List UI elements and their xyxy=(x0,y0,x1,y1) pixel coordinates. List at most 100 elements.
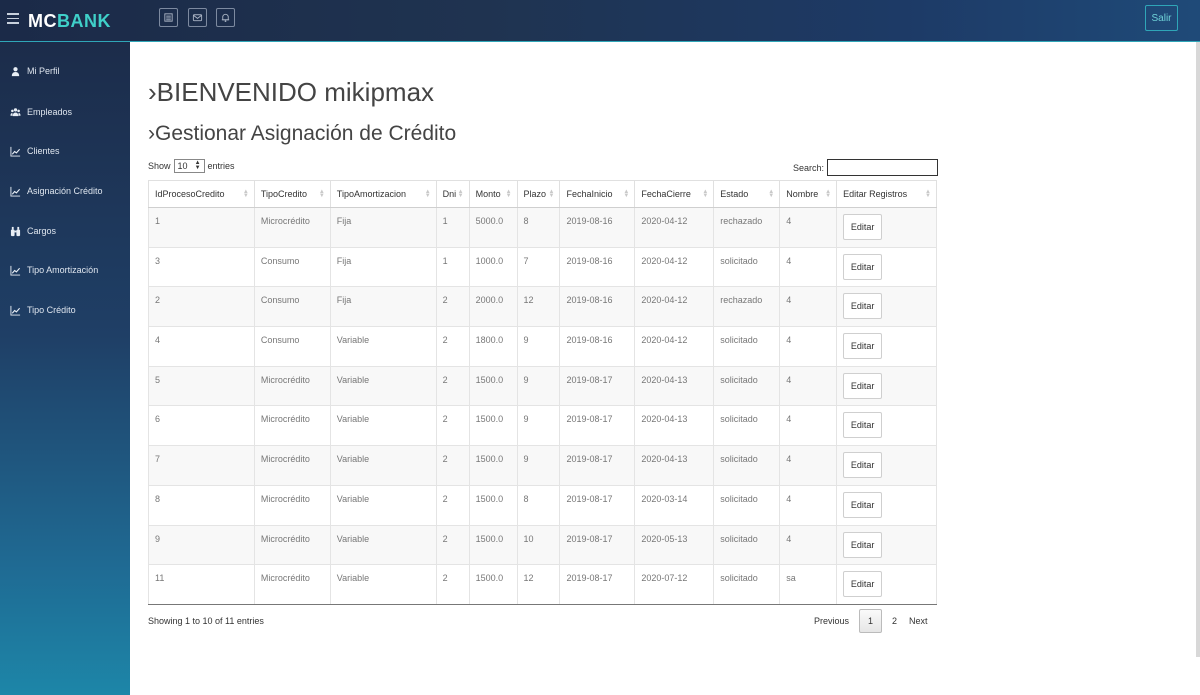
vertical-scrollbar[interactable] xyxy=(1196,42,1200,657)
table-cell: 2020-04-12 xyxy=(634,247,715,288)
table-cell: sa xyxy=(779,564,838,605)
table-cell: 4 xyxy=(779,405,838,447)
table-cell: 2 xyxy=(436,525,470,566)
table-cell: 2 xyxy=(436,326,470,367)
sort-icon: ▲ ▼ xyxy=(702,189,709,199)
table-row: 3 Consumo Fija 1 1000.0 7 2019-08-16 2020-04-12… xyxy=(148,247,937,288)
edit-button[interactable]: Editar xyxy=(843,333,883,360)
table-cell: Fija xyxy=(330,207,437,248)
column-header-label: Plazo xyxy=(523,189,547,199)
table-cell: 9 xyxy=(517,366,561,407)
edit-button[interactable]: Editar xyxy=(843,293,883,320)
table-cell: 7 xyxy=(148,445,255,486)
search-control: Search: xyxy=(793,159,939,176)
chart-icon xyxy=(10,265,21,276)
table-cell-actions: Editar xyxy=(836,286,937,328)
table-cell: Microcrédito xyxy=(254,445,331,486)
column-header[interactable]: Dni ▲ ▼ xyxy=(436,180,470,208)
entries-length-control: Show 10 ▲ ▼ entries xyxy=(148,159,235,173)
sidebar-item-label: Asignación Crédito xyxy=(27,186,103,196)
column-header[interactable]: IdProcesoCredito ▲ ▼ xyxy=(148,180,255,208)
sort-icon: ▲ ▼ xyxy=(242,189,249,199)
column-header[interactable]: Plazo ▲ ▼ xyxy=(517,180,561,208)
table-cell: 3 xyxy=(148,247,255,288)
sort-icon: ▲ ▼ xyxy=(505,189,512,199)
table-cell: 2 xyxy=(436,564,470,605)
column-header[interactable]: Estado ▲ ▼ xyxy=(713,180,781,208)
table-cell: 8 xyxy=(517,485,561,526)
sidebar: Mi Perfil Empleados Clientes Asignación … xyxy=(0,42,130,695)
user-icon xyxy=(10,66,21,77)
table-cell: 9 xyxy=(148,525,255,566)
column-header[interactable]: Editar Registros ▲ ▼ xyxy=(836,180,937,208)
column-header[interactable]: TipoAmortizacion ▲ ▼ xyxy=(330,180,437,208)
table-cell: Microcrédito xyxy=(254,405,331,447)
sort-icon: ▲ ▼ xyxy=(825,189,832,199)
table-cell: Consumo xyxy=(254,286,331,328)
pagination-page-2[interactable]: 2 xyxy=(886,609,903,633)
table-cell: 1800.0 xyxy=(469,326,518,367)
edit-button[interactable]: Editar xyxy=(843,452,883,479)
edit-button[interactable]: Editar xyxy=(843,253,883,280)
table-cell: solicitado xyxy=(713,564,781,605)
sidebar-item-tipo-amortizacion[interactable]: Tipo Amortización xyxy=(0,259,130,281)
table-cell-actions: Editar xyxy=(836,525,937,566)
entries-select[interactable]: 10 ▲ ▼ xyxy=(173,159,205,173)
table-cell: 2 xyxy=(148,286,255,328)
table-cell: 4 xyxy=(779,485,838,526)
brand-logo[interactable]: MCBANK xyxy=(28,11,111,32)
table-cell: 9 xyxy=(517,445,561,486)
column-header-label: FechaInicio xyxy=(566,189,613,199)
sidebar-item-clientes[interactable]: Clientes xyxy=(0,140,130,162)
table-cell: 2020-04-13 xyxy=(634,366,715,407)
bell-icon[interactable] xyxy=(216,8,235,27)
column-header[interactable]: FechaCierre ▲ ▼ xyxy=(634,180,715,208)
column-header-label: TipoAmortizacion xyxy=(336,189,406,199)
sidebar-item-mi-perfil[interactable]: Mi Perfil xyxy=(0,60,130,82)
mail-icon[interactable] xyxy=(188,8,207,27)
table-cell: 2020-04-12 xyxy=(634,207,715,248)
table-cell: rechazado xyxy=(713,207,781,248)
table-row: 1 Microcrédito Fija 1 5000.0 8 2019-08-16 2020-… xyxy=(148,207,937,248)
table-cell: 5 xyxy=(148,366,255,407)
table-header-row: IdProcesoCredito ▲ ▼ TipoCredito ▲ ▼ TipoAmo… xyxy=(148,180,937,208)
sidebar-item-cargos[interactable]: Cargos xyxy=(0,220,130,242)
edit-button[interactable]: Editar xyxy=(843,571,883,598)
pagination-previous[interactable]: Previous xyxy=(808,609,855,633)
column-header-label: Estado xyxy=(720,189,749,199)
table-cell-actions: Editar xyxy=(836,207,937,248)
sort-icon: ▲ ▼ xyxy=(768,189,775,199)
sidebar-item-asignacion-credito[interactable]: Asignación Crédito xyxy=(0,180,130,202)
edit-button[interactable]: Editar xyxy=(843,372,883,399)
table-row: 7 Microcrédito Variable 2 1500.0 9 2019-08-17 2… xyxy=(148,445,937,486)
brand-logo-mc: MC xyxy=(28,11,57,31)
table-cell: 2020-05-13 xyxy=(634,525,715,566)
sidebar-item-label: Tipo Amortización xyxy=(27,265,99,275)
table-cell: solicitado xyxy=(713,247,781,288)
edit-button[interactable]: Editar xyxy=(843,491,883,518)
column-header[interactable]: Monto ▲ ▼ xyxy=(469,180,518,208)
table-cell: Variable xyxy=(330,326,437,367)
logout-button[interactable]: Salir xyxy=(1145,5,1178,31)
table-cell: 2 xyxy=(436,445,470,486)
sidebar-item-tipo-credito[interactable]: Tipo Crédito xyxy=(0,299,130,321)
table-cell: Consumo xyxy=(254,326,331,367)
search-input[interactable] xyxy=(827,159,939,176)
list-icon[interactable] xyxy=(159,8,178,27)
column-header[interactable]: FechaInicio ▲ ▼ xyxy=(559,180,636,208)
table-cell: 1500.0 xyxy=(469,405,518,447)
pagination-page-1[interactable]: 1 xyxy=(859,609,883,633)
table-cell: solicitado xyxy=(713,445,781,486)
table-cell: 8 xyxy=(148,485,255,526)
table-row: 2 Consumo Fija 2 2000.0 12 2019-08-16 2020-04-1… xyxy=(148,286,937,328)
hamburger-menu-icon[interactable] xyxy=(7,13,19,24)
table-cell: 2020-04-12 xyxy=(634,286,715,328)
edit-button[interactable]: Editar xyxy=(843,214,883,240)
pagination-next[interactable]: Next xyxy=(903,609,934,633)
column-header[interactable]: Nombre ▲ ▼ xyxy=(779,180,838,208)
sidebar-item-empleados[interactable]: Empleados xyxy=(0,101,130,123)
column-header[interactable]: TipoCredito ▲ ▼ xyxy=(254,180,331,208)
table-cell: 2019-08-17 xyxy=(559,485,636,526)
edit-button[interactable]: Editar xyxy=(843,531,883,558)
edit-button[interactable]: Editar xyxy=(843,412,883,439)
